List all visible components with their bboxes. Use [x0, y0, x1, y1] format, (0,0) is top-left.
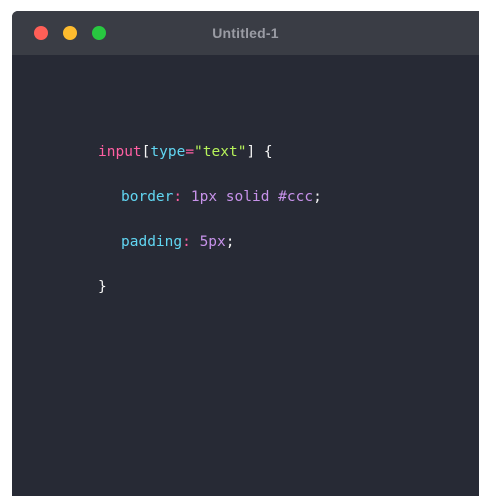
- css-semicolon: ;: [313, 189, 322, 205]
- window-title: Untitled-1: [212, 25, 279, 41]
- css-semicolon: ;: [225, 234, 235, 250]
- code-editor[interactable]: input[type="text"] { border: 1px solid #…: [98, 115, 322, 325]
- css-colon: :: [173, 189, 191, 205]
- css-equals: =: [185, 144, 195, 160]
- code-line-1: input[type="text"] {: [98, 145, 322, 160]
- css-value-border: 1px solid #ccc: [190, 189, 314, 205]
- css-property-padding: padding: [121, 234, 183, 250]
- css-attribute-value: "text": [194, 144, 247, 160]
- code-line-4: }: [98, 280, 322, 295]
- css-value-padding: 5px: [199, 234, 226, 250]
- editor-window: Untitled-1 input[type="text"] { border: …: [12, 11, 479, 496]
- css-brace-open: {: [255, 144, 273, 160]
- css-property-border: border: [121, 189, 174, 205]
- code-line-3: padding: 5px;: [98, 235, 322, 250]
- css-colon: :: [182, 234, 200, 250]
- title-bar: Untitled-1: [12, 11, 479, 55]
- css-bracket-close: ]: [246, 144, 256, 160]
- css-selector-tag: input: [98, 144, 142, 160]
- css-attribute-name: type: [150, 144, 186, 160]
- css-brace-close: }: [98, 279, 107, 295]
- code-line-2: border: 1px solid #ccc;: [98, 190, 322, 205]
